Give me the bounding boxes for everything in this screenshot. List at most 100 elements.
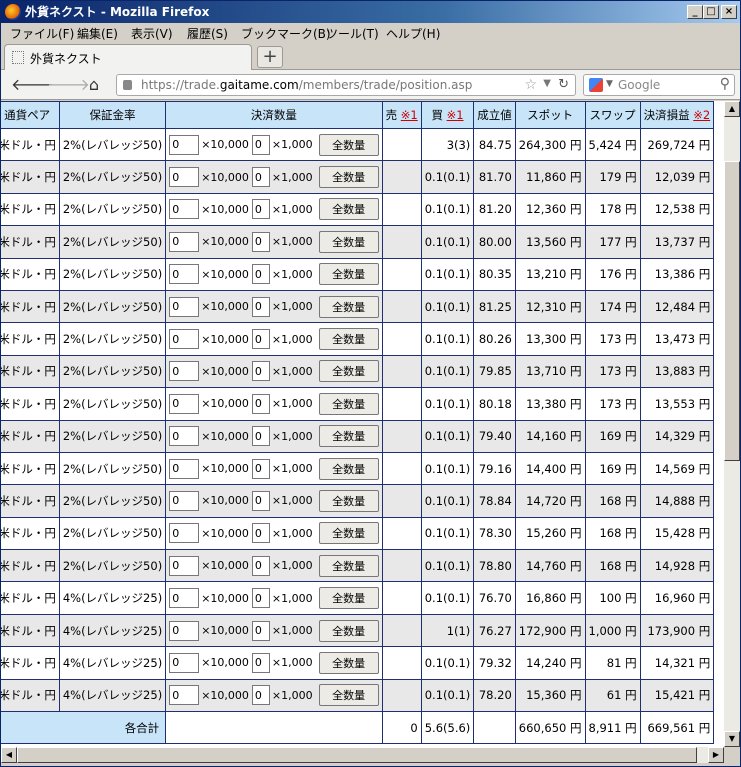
qty-1000-input[interactable] bbox=[251, 490, 270, 511]
google-engine-icon[interactable] bbox=[589, 78, 603, 92]
qty-10000-input[interactable] bbox=[169, 199, 200, 220]
qty-10000-input[interactable] bbox=[169, 296, 200, 317]
qty-1000-input[interactable] bbox=[251, 458, 270, 479]
menu-bookmarks[interactable]: ブックマーク(B) bbox=[241, 25, 331, 42]
qty-cell: ×10,000 ×1,000 全数量 bbox=[165, 484, 383, 518]
all-quantity-button[interactable]: 全数量 bbox=[318, 587, 379, 610]
all-quantity-button[interactable]: 全数量 bbox=[318, 619, 379, 642]
all-quantity-button[interactable]: 全数量 bbox=[318, 198, 379, 221]
qty-1000-input[interactable] bbox=[251, 167, 270, 188]
qty-10000-input[interactable] bbox=[169, 167, 200, 188]
qty-10000-input[interactable] bbox=[169, 231, 200, 252]
close-button[interactable]: × bbox=[721, 5, 737, 19]
menu-help[interactable]: ヘルプ(H) bbox=[386, 25, 440, 42]
new-tab-button[interactable]: + bbox=[257, 46, 283, 68]
horizontal-scrollbar[interactable]: ◀ ▶ bbox=[1, 747, 724, 763]
scroll-down-icon[interactable]: ▼ bbox=[724, 731, 740, 747]
buy-cell: 0.1(0.1) bbox=[420, 419, 475, 453]
qty-1000-input[interactable] bbox=[251, 296, 270, 317]
all-quantity-button[interactable]: 全数量 bbox=[318, 392, 379, 415]
pair-cell: 米ドル・円 bbox=[1, 678, 60, 713]
menu-file[interactable]: ファイル(F) bbox=[10, 25, 74, 42]
all-quantity-button[interactable]: 全数量 bbox=[318, 133, 379, 156]
qty-10000-input[interactable] bbox=[169, 685, 200, 706]
scroll-left-icon[interactable]: ◀ bbox=[1, 747, 17, 763]
search-magnifier-icon[interactable]: ⚲ bbox=[720, 76, 730, 92]
home-icon[interactable]: ⌂ bbox=[83, 75, 105, 95]
qty-1000-input[interactable] bbox=[251, 199, 270, 220]
all-quantity-button[interactable]: 全数量 bbox=[318, 166, 379, 189]
qty-1000-input[interactable] bbox=[251, 134, 270, 155]
vertical-scroll-thumb[interactable] bbox=[724, 161, 740, 461]
all-quantity-button[interactable]: 全数量 bbox=[318, 425, 379, 448]
qty-10000-input[interactable] bbox=[169, 555, 200, 576]
qty-1000-input[interactable] bbox=[251, 652, 270, 673]
qty-10000-input[interactable] bbox=[169, 458, 200, 479]
menu-history[interactable]: 履歴(S) bbox=[187, 25, 228, 42]
all-quantity-button[interactable]: 全数量 bbox=[318, 295, 379, 318]
qty-10000-input[interactable] bbox=[169, 329, 200, 350]
all-quantity-button[interactable]: 全数量 bbox=[318, 457, 379, 480]
menu-edit[interactable]: 編集(E) bbox=[77, 25, 118, 42]
unit-1000-label: ×1,000 bbox=[271, 332, 313, 346]
qty-10000-input[interactable] bbox=[169, 588, 200, 609]
qty-1000-input[interactable] bbox=[251, 555, 270, 576]
engine-dropdown-icon[interactable]: ▼ bbox=[606, 79, 613, 89]
qty-1000-input[interactable] bbox=[251, 231, 270, 252]
qty-1000-input[interactable] bbox=[251, 588, 270, 609]
pl-cell: 14,569 円 bbox=[639, 451, 715, 486]
qty-10000-input[interactable] bbox=[169, 490, 200, 511]
qty-1000-input[interactable] bbox=[251, 329, 270, 350]
all-quantity-button[interactable]: 全数量 bbox=[318, 651, 379, 674]
menu-tools[interactable]: ツール(T) bbox=[326, 25, 379, 42]
all-quantity-button[interactable]: 全数量 bbox=[318, 263, 379, 286]
qty-10000-input[interactable] bbox=[169, 652, 200, 673]
all-quantity-button[interactable]: 全数量 bbox=[318, 230, 379, 253]
bookmark-star-icon[interactable]: ☆ bbox=[524, 77, 537, 93]
note1-link[interactable]: ※1 bbox=[447, 108, 464, 122]
note1-link[interactable]: ※1 bbox=[401, 108, 418, 122]
qty-1000-input[interactable] bbox=[251, 685, 270, 706]
unit-1000-label: ×1,000 bbox=[271, 429, 313, 443]
forward-arrow-icon[interactable]: 🡒 bbox=[47, 75, 90, 95]
url-bar[interactable]: https://trade.gaitame.com/members/trade/… bbox=[116, 74, 576, 96]
qty-1000-input[interactable] bbox=[251, 523, 270, 544]
scroll-right-icon[interactable]: ▶ bbox=[708, 747, 724, 763]
menu-view[interactable]: 表示(V) bbox=[131, 25, 173, 42]
qty-10000-input[interactable] bbox=[169, 620, 200, 641]
vertical-scrollbar[interactable]: ▲ ▼ bbox=[724, 101, 740, 747]
qty-10000-input[interactable] bbox=[169, 426, 200, 447]
all-quantity-button[interactable]: 全数量 bbox=[318, 684, 379, 707]
reload-icon[interactable]: ↻ bbox=[558, 77, 569, 92]
minimize-button[interactable]: _ bbox=[687, 5, 703, 19]
qty-10000-input[interactable] bbox=[169, 393, 200, 414]
sell-cell bbox=[381, 160, 422, 194]
url-dropdown-icon[interactable]: ▼ bbox=[543, 78, 551, 89]
qty-cell: ×10,000 ×1,000 全数量 bbox=[165, 613, 383, 648]
buy-cell: 0.1(0.1) bbox=[420, 451, 475, 486]
qty-1000-input[interactable] bbox=[251, 620, 270, 641]
back-arrow-icon[interactable]: 🡐 bbox=[11, 75, 54, 95]
all-quantity-button[interactable]: 全数量 bbox=[318, 522, 379, 545]
qty-10000-input[interactable] bbox=[169, 134, 200, 155]
qty-1000-input[interactable] bbox=[251, 264, 270, 285]
qty-1000-input[interactable] bbox=[251, 393, 270, 414]
all-quantity-button[interactable]: 全数量 bbox=[318, 328, 379, 351]
all-quantity-button[interactable]: 全数量 bbox=[318, 554, 379, 577]
qty-1000-input[interactable] bbox=[251, 426, 270, 447]
note2-link[interactable]: ※2 bbox=[693, 108, 710, 122]
tab-gaika-next[interactable]: 外貨ネクスト bbox=[4, 44, 252, 70]
sell-cell bbox=[381, 419, 422, 453]
all-quantity-button[interactable]: 全数量 bbox=[318, 489, 379, 512]
all-quantity-button[interactable]: 全数量 bbox=[318, 360, 379, 383]
horizontal-scroll-thumb[interactable] bbox=[17, 747, 697, 763]
scroll-up-icon[interactable]: ▲ bbox=[724, 101, 740, 117]
sell-cell bbox=[381, 225, 422, 259]
maximize-button[interactable]: □ bbox=[703, 5, 719, 19]
qty-1000-input[interactable] bbox=[251, 361, 270, 382]
qty-10000-input[interactable] bbox=[169, 264, 200, 285]
qty-10000-input[interactable] bbox=[169, 361, 200, 382]
pair-cell: 米ドル・円 bbox=[1, 549, 60, 583]
qty-10000-input[interactable] bbox=[169, 523, 200, 544]
search-box[interactable]: ▼ Google ⚲ bbox=[583, 74, 735, 96]
